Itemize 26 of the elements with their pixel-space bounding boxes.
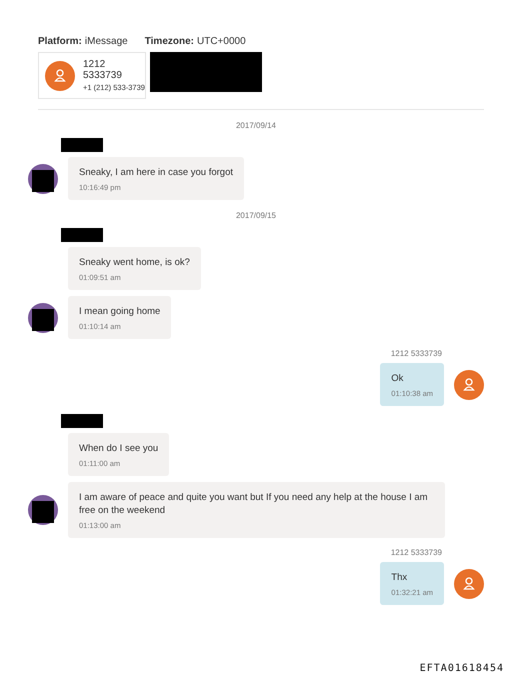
sender-name: 1212 5333739 [390,349,442,358]
document-id: EFTA01618454 [420,663,504,674]
message-text: When do I see you [79,442,158,455]
date-label: 2017/09/15 [236,211,276,220]
person-avatar-icon [454,370,484,400]
platform-label: Platform: [38,36,82,47]
contact-name: 1212 5333739 [83,59,123,81]
date-label: 2017/09/14 [236,121,276,130]
redacted-avatar [28,495,58,525]
timezone-label: Timezone: [144,36,194,47]
sender-name: 1212 5333739 [390,548,442,557]
message-text: Sneaky, I am here in case you forgot [79,166,234,179]
message-text: Thx [391,571,408,584]
redaction-bar [61,138,103,152]
person-avatar-icon [45,60,75,90]
message-text: Sneaky went home, is ok? [79,256,190,269]
message-text: I am aware of peace and quite you want but If you need any help at the house I am free on the weekend [79,491,429,517]
person-avatar-icon [454,568,484,598]
redaction-bar [61,228,103,242]
platform-value: iMessage [84,36,128,47]
message-text: Ok [391,372,404,385]
redaction-bar [61,414,103,428]
timezone-value: UTC+0000 [197,36,246,47]
message-text: I mean going home [79,305,160,318]
redacted-avatar [28,164,58,194]
redacted-avatar [28,302,58,332]
